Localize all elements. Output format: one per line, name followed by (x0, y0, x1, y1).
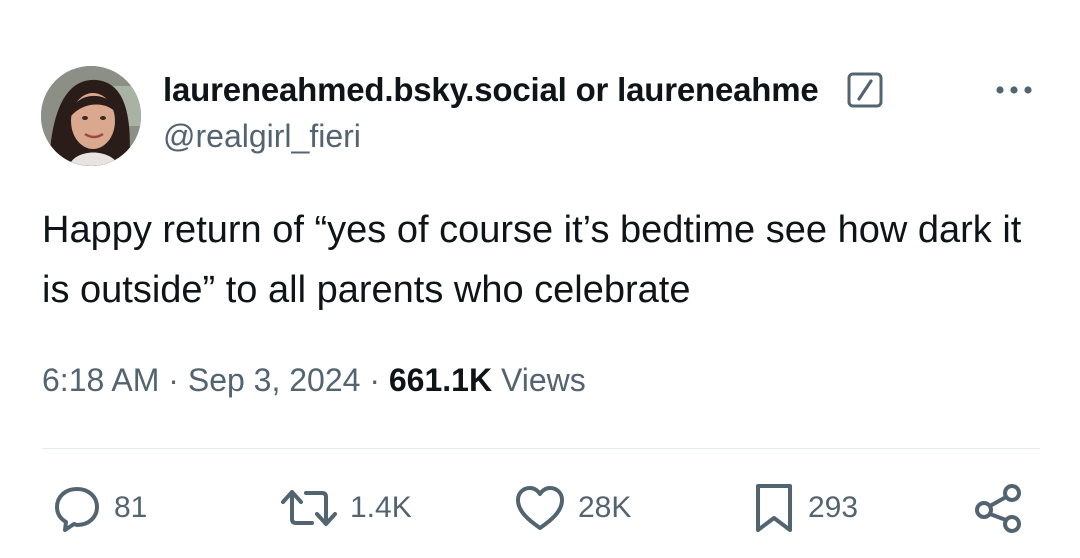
share-button[interactable] (972, 478, 1028, 538)
bookmark-count: 293 (808, 491, 859, 524)
action-bar: 81 1.4K 28K 293 (0, 478, 1080, 538)
tweet-time[interactable]: 6:18 AM (42, 362, 159, 398)
tweet-meta: 6:18 AM · Sep 3, 2024 · 661.1K Views (42, 362, 586, 399)
divider (42, 448, 1040, 449)
bookmark-button[interactable]: 293 (750, 478, 858, 538)
avatar[interactable] (41, 66, 141, 166)
name-row: laureneahmed.bsky.social or laureneahme (163, 68, 963, 112)
display-name[interactable]: laureneahmed.bsky.social or laureneahme (163, 71, 819, 109)
meta-separator: · (159, 362, 188, 398)
repost-button[interactable]: 1.4K (278, 478, 412, 538)
repost-count: 1.4K (350, 491, 412, 524)
reply-button[interactable]: 81 (50, 478, 147, 538)
handle[interactable]: @realgirl_fieri (163, 118, 963, 155)
more-options-icon[interactable] (992, 78, 1036, 102)
heart-icon (512, 481, 568, 535)
reply-count: 81 (114, 491, 148, 524)
like-button[interactable]: 28K (512, 478, 631, 538)
tweet-header: laureneahmed.bsky.social or laureneahme … (163, 68, 963, 155)
views-count[interactable]: 661.1K (389, 362, 492, 398)
repost-icon (278, 481, 340, 535)
share-icon (972, 480, 1028, 536)
like-count: 28K (578, 491, 632, 524)
slash-square-icon (847, 72, 883, 108)
bookmark-icon (750, 480, 798, 536)
tweet-text: Happy return of “yes of course it’s bedt… (42, 209, 1022, 311)
user-avatar (41, 66, 141, 166)
meta-separator: · (360, 362, 389, 398)
views-label: Views (492, 362, 586, 398)
tweet-date[interactable]: Sep 3, 2024 (188, 362, 361, 398)
reply-icon (50, 481, 104, 535)
tweet: laureneahmed.bsky.social or laureneahme … (0, 0, 1080, 558)
